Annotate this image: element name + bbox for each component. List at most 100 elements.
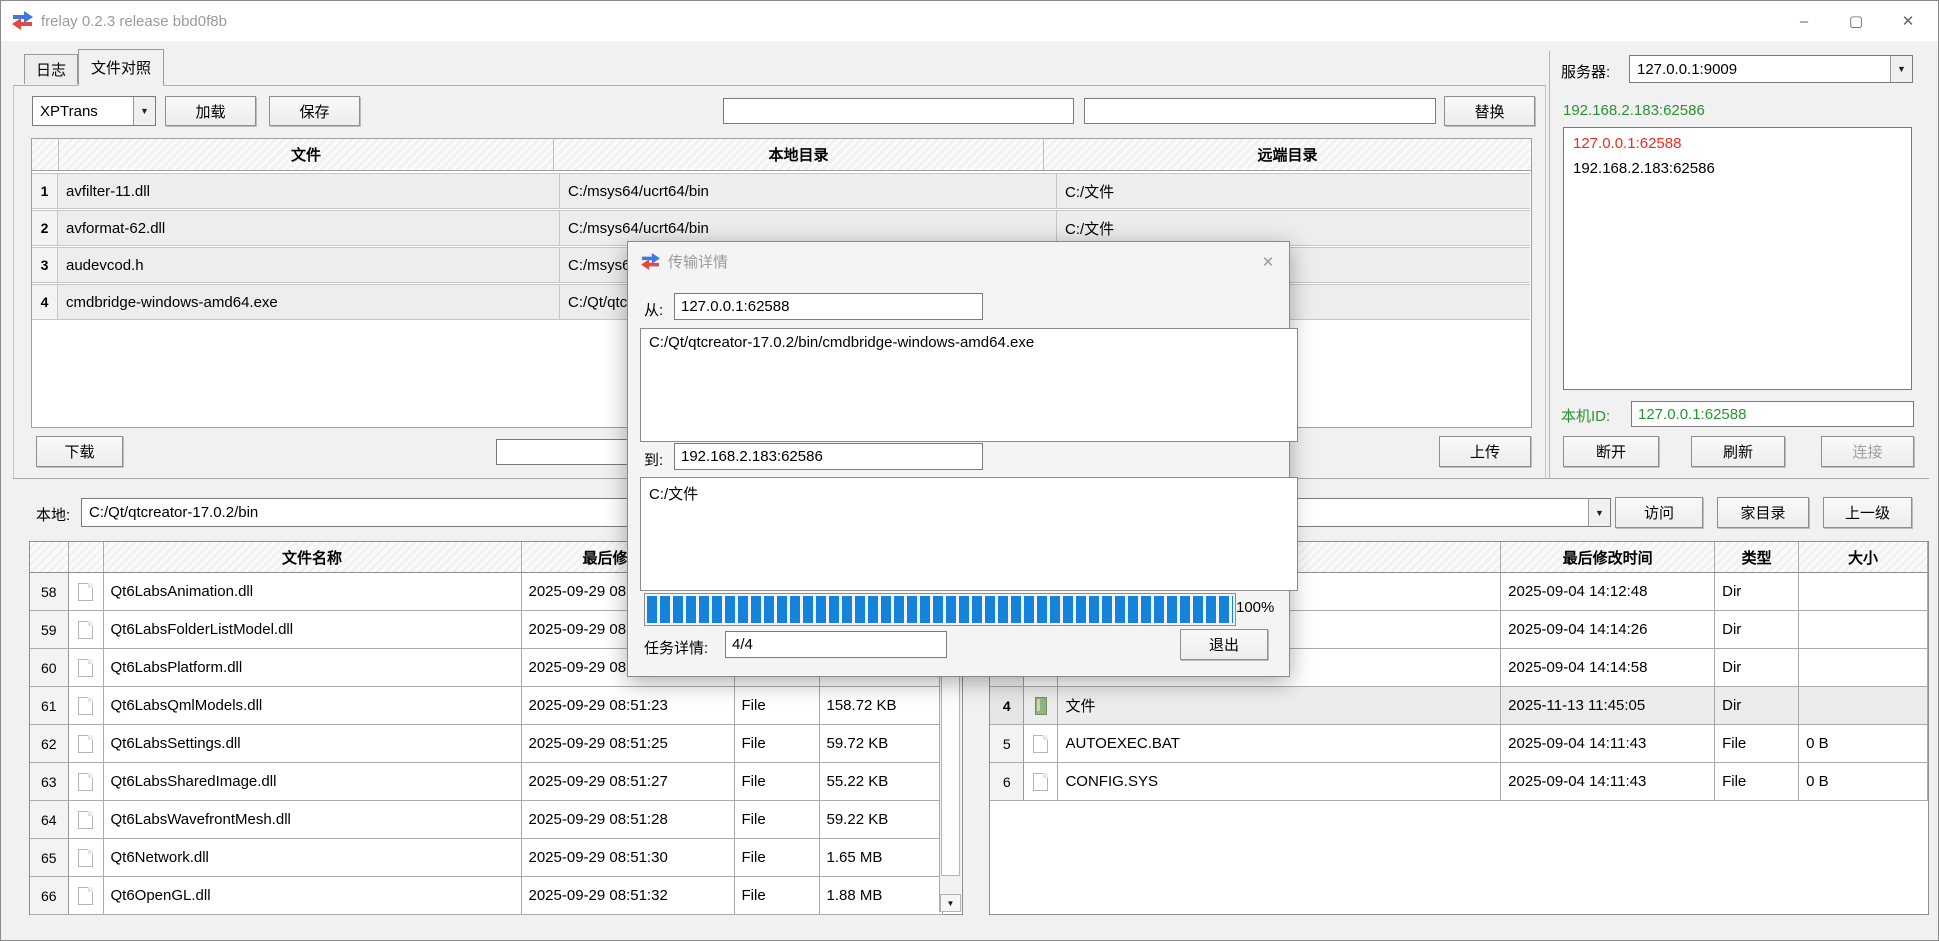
col-remote-dir[interactable]: 远端目录	[1044, 139, 1531, 170]
local-id-input[interactable]	[1631, 401, 1914, 427]
table-row[interactable]: 63 Qt6LabsSharedImage.dll 2025-09-29 08:…	[30, 763, 942, 801]
preset-value: XPTrans	[33, 97, 133, 125]
app-window: frelay 0.2.3 release bbd0f8b – ▢ ✕ 日志 文件…	[0, 0, 1939, 941]
to-input[interactable]	[674, 443, 983, 470]
compare-table-header: 文件 本地目录 远端目录	[32, 139, 1531, 171]
cell-modified: 2025-09-29 08:51:28	[521, 801, 734, 839]
cell-size	[1799, 573, 1928, 611]
corner-header	[32, 139, 59, 170]
home-dir-button[interactable]: 家目录	[1717, 497, 1809, 528]
file-icon	[68, 649, 103, 687]
exit-button[interactable]: 退出	[1180, 629, 1268, 660]
table-row[interactable]: 61 Qt6LabsQmlModels.dll 2025-09-29 08:51…	[30, 687, 942, 725]
cell-size	[1799, 611, 1928, 649]
cell-modified: 2025-09-29 08:51:25	[521, 725, 734, 763]
table-row[interactable]: 6 CONFIG.SYS 2025-09-04 14:11:43 File 0 …	[990, 763, 1928, 801]
cell-name: Qt6LabsSharedImage.dll	[103, 763, 521, 801]
connect-button[interactable]: 连接	[1821, 436, 1914, 467]
preset-combobox[interactable]: XPTrans ▼	[32, 96, 156, 126]
table-row[interactable]: 64 Qt6LabsWavefrontMesh.dll 2025-09-29 0…	[30, 801, 942, 839]
col-type[interactable]: 类型	[1715, 542, 1799, 573]
row-number: 63	[30, 763, 68, 801]
list-item[interactable]: 127.0.0.1:62588	[1564, 131, 1911, 156]
chevron-down-icon[interactable]: ▼	[133, 97, 155, 125]
cell-size: 59.22 KB	[819, 801, 942, 839]
row-number: 60	[30, 649, 68, 687]
table-row[interactable]: 66 Qt6OpenGL.dll 2025-09-29 08:51:32 Fil…	[30, 877, 942, 915]
cell-size	[1799, 687, 1928, 725]
refresh-button[interactable]: 刷新	[1691, 436, 1785, 467]
row-number: 58	[30, 573, 68, 611]
window-controls: – ▢ ✕	[1778, 1, 1934, 41]
row-number: 2	[32, 211, 58, 245]
table-row-selected[interactable]: 4 文件 2025-11-13 11:45:05 Dir	[990, 687, 1928, 725]
table-row[interactable]: 62 Qt6LabsSettings.dll 2025-09-29 08:51:…	[30, 725, 942, 763]
cell-modified: 2025-09-29 08:51:32	[521, 877, 734, 915]
cell-name: AUTOEXEC.BAT	[1058, 725, 1501, 763]
chevron-down-icon[interactable]: ▼	[1890, 56, 1912, 82]
peer-listbox[interactable]: 127.0.0.1:62588 192.168.2.183:62586	[1563, 127, 1912, 390]
maximize-icon[interactable]: ▢	[1830, 1, 1882, 41]
file-icon	[68, 877, 103, 915]
server-combobox[interactable]: 127.0.0.1:9009 ▼	[1629, 55, 1913, 83]
cell-remote: C:/文件	[1057, 174, 1530, 208]
close-icon[interactable]: ✕	[1882, 1, 1934, 41]
cell-type: Dir	[1715, 687, 1799, 725]
file-icon	[68, 611, 103, 649]
up-level-button[interactable]: 上一级	[1823, 497, 1912, 528]
find-input[interactable]	[723, 98, 1074, 124]
tab-log[interactable]: 日志	[24, 54, 78, 84]
load-button[interactable]: 加载	[165, 96, 256, 126]
col-file[interactable]: 文件	[59, 139, 554, 170]
from-file-list[interactable]: C:/Qt/qtcreator-17.0.2/bin/cmdbridge-win…	[640, 328, 1298, 442]
file-icon	[68, 763, 103, 801]
list-item[interactable]: C:/文件	[649, 486, 698, 503]
table-row[interactable]: 1 avfilter-11.dll C:/msys64/ucrt64/bin C…	[32, 173, 1530, 209]
file-icon	[1024, 725, 1058, 763]
col-size[interactable]: 大小	[1799, 542, 1928, 573]
replace-button[interactable]: 替换	[1444, 96, 1535, 126]
window-title: frelay 0.2.3 release bbd0f8b	[41, 13, 227, 30]
col-name[interactable]: 文件名称	[103, 542, 521, 573]
file-icon	[68, 573, 103, 611]
progress-percent-label: 100%	[1236, 599, 1274, 616]
col-modified[interactable]: 最后修改时间	[1501, 542, 1715, 573]
task-details-input[interactable]	[725, 631, 947, 658]
disconnect-button[interactable]: 断开	[1563, 436, 1659, 467]
file-icon	[68, 687, 103, 725]
visit-button[interactable]: 访问	[1615, 497, 1703, 528]
upload-button[interactable]: 上传	[1439, 436, 1531, 467]
cell-local: C:/msys64/ucrt64/bin	[560, 211, 1057, 245]
table-row[interactable]: 5 AUTOEXEC.BAT 2025-09-04 14:11:43 File …	[990, 725, 1928, 763]
cell-modified: 2025-09-04 14:14:58	[1501, 649, 1715, 687]
to-file-list[interactable]: C:/文件	[640, 477, 1298, 591]
from-input[interactable]	[674, 293, 983, 320]
replace-input[interactable]	[1084, 98, 1436, 124]
cell-type: File	[734, 801, 819, 839]
table-row[interactable]: 65 Qt6Network.dll 2025-09-29 08:51:30 Fi…	[30, 839, 942, 877]
row-number: 5	[990, 725, 1024, 763]
title-bar: frelay 0.2.3 release bbd0f8b – ▢ ✕	[1, 1, 1938, 41]
cell-size: 158.72 KB	[819, 687, 942, 725]
list-item[interactable]: 192.168.2.183:62586	[1564, 156, 1911, 181]
list-item[interactable]: C:/Qt/qtcreator-17.0.2/bin/cmdbridge-win…	[649, 334, 1034, 351]
download-button[interactable]: 下载	[36, 436, 123, 467]
cell-modified: 2025-09-04 14:12:48	[1501, 573, 1715, 611]
cell-name: Qt6Network.dll	[103, 839, 521, 877]
close-icon[interactable]: ✕	[1257, 251, 1279, 273]
cell-remote: C:/文件	[1057, 211, 1530, 245]
progress-fill	[647, 596, 1233, 623]
queue-input[interactable]	[496, 439, 634, 465]
cell-name: Qt6LabsWavefrontMesh.dll	[103, 801, 521, 839]
chevron-down-icon[interactable]: ▼	[1588, 499, 1610, 526]
tab-file-compare[interactable]: 文件对照	[78, 49, 164, 86]
scroll-down-icon[interactable]: ▼	[940, 894, 961, 912]
local-path-label: 本地:	[36, 504, 70, 525]
dialog-title-bar: 传输详情 ✕	[628, 242, 1289, 280]
server-label: 服务器:	[1561, 61, 1610, 82]
col-local-dir[interactable]: 本地目录	[554, 139, 1044, 170]
save-button[interactable]: 保存	[269, 96, 360, 126]
row-number: 4	[990, 687, 1024, 725]
file-icon	[1024, 763, 1058, 801]
minimize-icon[interactable]: –	[1778, 1, 1830, 41]
